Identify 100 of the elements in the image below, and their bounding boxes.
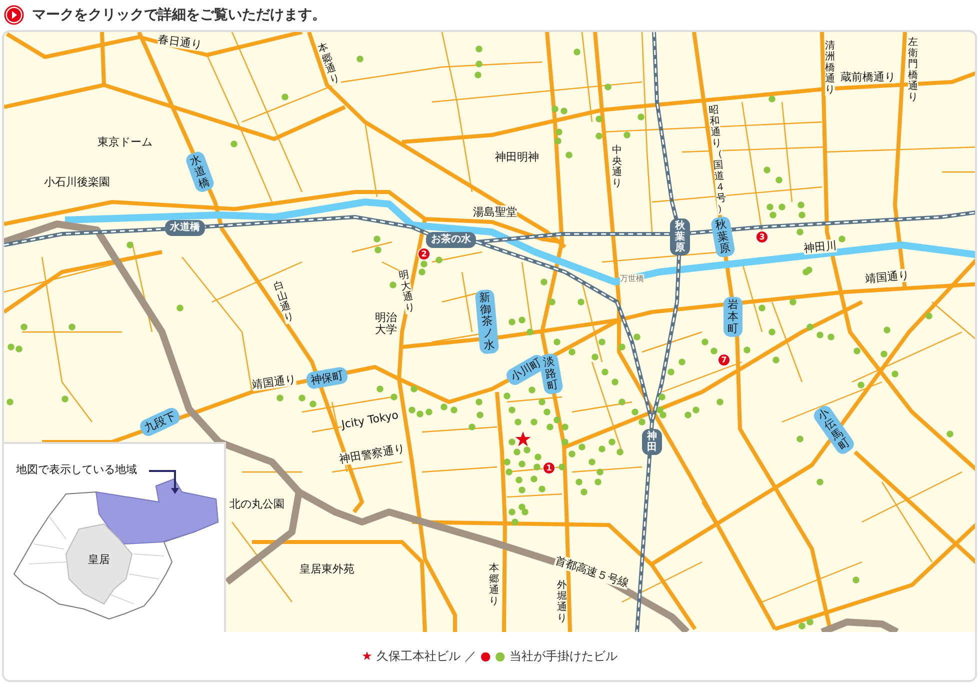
building-dot[interactable] [618,398,626,406]
building-dot[interactable] [68,324,76,330]
building-dot[interactable] [468,424,476,430]
building-dot[interactable] [554,416,560,424]
building-dot[interactable] [508,508,516,516]
building-dot[interactable] [408,406,416,414]
building-dot[interactable] [602,368,608,376]
building-dot[interactable] [604,84,612,90]
building-dot[interactable] [624,132,630,138]
building-dot[interactable] [802,268,810,276]
building-dot[interactable] [806,324,814,330]
building-dot[interactable] [418,268,426,276]
building-dot[interactable] [618,344,626,350]
building-dot[interactable] [298,394,306,402]
building-dot[interactable] [764,166,770,174]
building-dot[interactable] [828,334,834,340]
building-dot[interactable] [476,412,484,418]
building-dot[interactable] [540,278,548,286]
building-dot[interactable] [608,438,616,446]
building-dot[interactable] [768,328,776,336]
building-dot[interactable] [616,448,624,456]
building-dot[interactable] [176,304,184,312]
building-dot[interactable] [538,398,546,406]
building-dot[interactable] [556,128,562,136]
building-dot[interactable] [356,56,364,62]
building-dot[interactable] [476,46,482,52]
building-dot[interactable] [546,424,554,430]
building-dot[interactable] [790,298,796,306]
building-dot[interactable] [426,408,432,416]
building-dot[interactable] [6,398,14,406]
building-dot[interactable] [684,412,692,418]
star-marker[interactable] [515,431,531,447]
building-dot[interactable] [562,424,568,430]
building-dot[interactable] [592,354,598,360]
building-dot[interactable] [612,378,618,386]
building-dot[interactable] [504,392,510,400]
building-dot[interactable] [416,410,424,418]
building-dot[interactable] [282,94,288,100]
building-dot[interactable] [884,326,890,334]
building-dot[interactable] [538,486,546,492]
building-dot[interactable] [596,116,602,122]
building-dot[interactable] [710,348,718,354]
building-dot[interactable] [310,400,316,408]
building-dot[interactable] [638,114,644,120]
building-dot[interactable] [534,464,540,470]
numbered-marker[interactable]: 7 [718,354,730,366]
building-dot[interactable] [516,476,522,484]
building-dot[interactable] [530,418,538,426]
building-dot[interactable] [376,386,384,392]
building-dot[interactable] [770,212,776,218]
building-dot[interactable] [8,344,14,350]
building-dot[interactable] [508,406,516,414]
building-dot[interactable] [518,486,526,494]
building-dot[interactable] [230,140,238,148]
building-dot[interactable] [544,408,550,416]
building-dot[interactable] [858,382,864,388]
building-dot[interactable] [522,508,528,516]
building-dot[interactable] [702,338,708,346]
building-dot[interactable] [768,96,776,102]
building-dot[interactable] [508,438,516,446]
building-dot[interactable] [852,576,860,584]
building-dot[interactable] [796,436,804,442]
building-dot[interactable] [566,152,572,158]
building-dot[interactable] [504,458,510,466]
building-dot[interactable] [798,202,804,208]
building-dot[interactable] [568,348,576,356]
building-dot[interactable] [806,618,814,626]
building-dot[interactable] [632,408,638,416]
building-dot[interactable] [436,256,442,264]
building-dot[interactable] [796,228,804,236]
building-dot[interactable] [548,298,556,306]
building-dot[interactable] [598,338,606,346]
building-dot[interactable] [692,406,700,414]
building-dot[interactable] [126,242,134,248]
building-dot[interactable] [580,488,588,496]
building-dot[interactable] [678,358,686,366]
building-dot[interactable] [526,328,534,336]
building-dot[interactable] [638,418,646,426]
building-dot[interactable] [574,48,580,56]
building-dot[interactable] [596,132,602,140]
building-dot[interactable] [816,478,824,486]
building-dot[interactable] [946,430,954,438]
building-dot[interactable] [506,468,512,476]
building-dot[interactable] [276,394,284,402]
building-dot[interactable] [476,398,482,406]
numbered-marker[interactable]: 3 [756,230,768,244]
building-dot[interactable] [16,346,22,352]
building-dot[interactable] [588,458,596,466]
building-dot[interactable] [926,312,932,320]
building-dot[interactable] [374,236,380,242]
building-dot[interactable] [562,438,568,446]
building-dot[interactable] [838,236,846,242]
building-dot[interactable] [656,406,664,414]
building-dot[interactable] [420,260,428,268]
building-dot[interactable] [530,476,538,482]
building-dot[interactable] [508,318,516,326]
building-dot[interactable] [578,298,584,306]
building-dot[interactable] [514,418,522,426]
numbered-marker[interactable]: 2 [418,248,430,260]
building-dot[interactable] [892,370,898,378]
